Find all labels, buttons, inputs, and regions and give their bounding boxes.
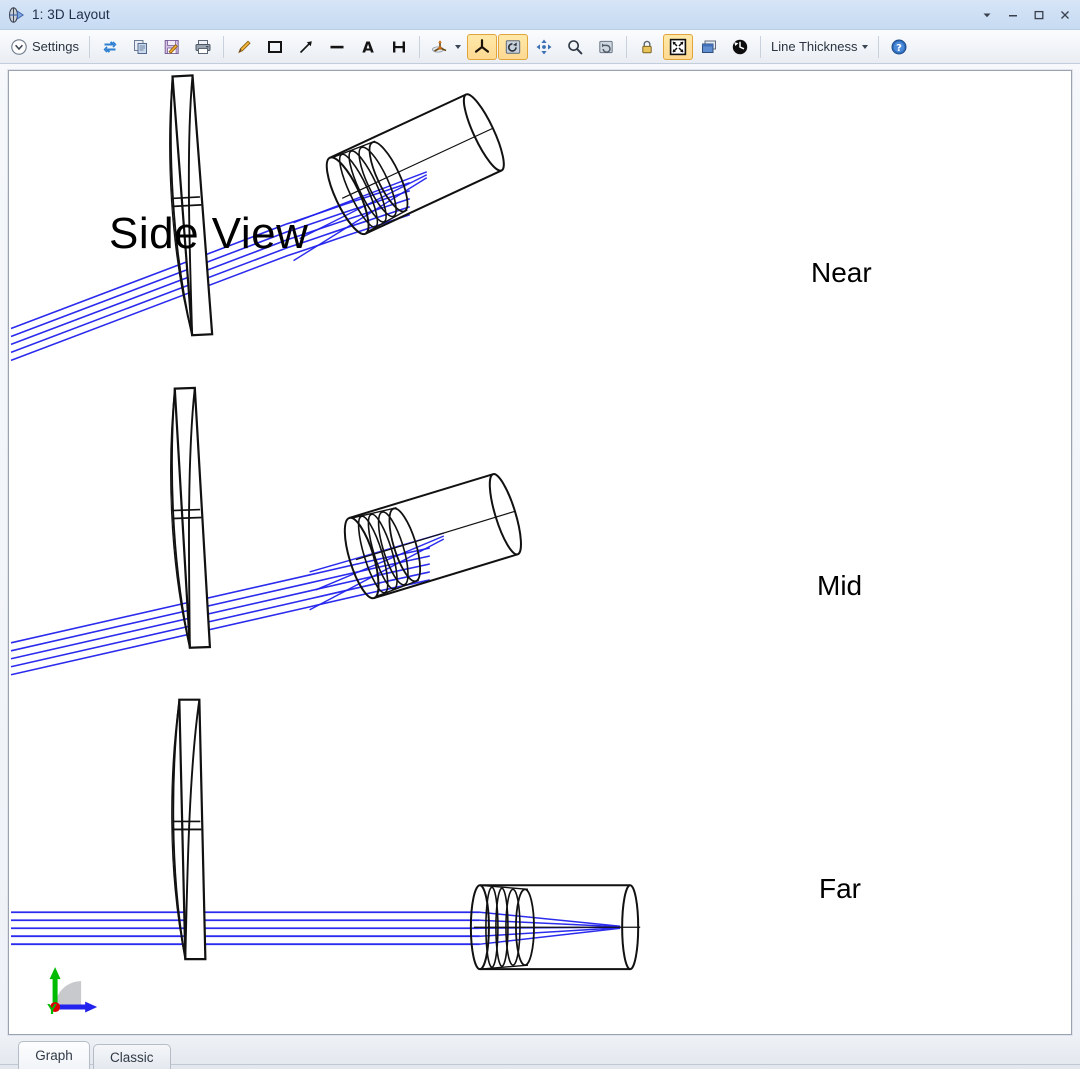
config-drawing-mid — [10, 386, 522, 676]
config-drawing-far — [11, 698, 641, 971]
dimension-icon — [389, 37, 409, 57]
toolbar-separator — [88, 35, 90, 58]
fit-window-toggle[interactable] — [662, 33, 693, 60]
text-a-icon: A — [358, 37, 378, 57]
layout-3d-canvas[interactable]: Side View Near Mid Far Y Z — [8, 70, 1072, 1035]
axes-3d-icon — [430, 37, 450, 57]
dropdown-caret-icon — [454, 44, 461, 49]
lock-icon — [637, 37, 657, 57]
plot-canvas-container: Side View Near Mid Far Y Z — [0, 64, 1080, 1037]
window-controls — [974, 3, 1078, 27]
pan-arrows-icon — [534, 37, 554, 57]
maximize-button[interactable] — [1026, 3, 1052, 27]
help-question-icon: ? — [889, 37, 909, 57]
config-label-mid: Mid — [817, 570, 863, 601]
window-title: 1: 3D Layout — [32, 7, 110, 22]
tripod-axes-icon — [472, 37, 492, 57]
save-button[interactable] — [157, 34, 187, 60]
pencil-icon — [234, 37, 254, 57]
chevron-down-icon — [862, 44, 869, 49]
refresh-button[interactable] — [95, 34, 125, 60]
print-button[interactable] — [188, 34, 218, 60]
tab-graph[interactable]: Graph — [18, 1041, 90, 1069]
windows-stack-icon — [699, 37, 719, 57]
draw-line-button[interactable] — [322, 34, 352, 60]
tab-graph-label: Graph — [35, 1048, 73, 1063]
lens-optics-icon — [6, 5, 26, 25]
fit-to-window-icon — [668, 37, 688, 57]
close-button[interactable] — [1052, 3, 1078, 27]
annotate-pencil-button[interactable] — [229, 34, 259, 60]
draw-arrow-button[interactable] — [291, 34, 321, 60]
line-icon — [327, 37, 347, 57]
config-label-near: Near — [811, 257, 872, 288]
toolbar-separator — [418, 35, 420, 58]
add-text-button[interactable]: A — [353, 34, 383, 60]
refresh-clock-button[interactable] — [725, 34, 755, 60]
rectangle-icon — [265, 37, 285, 57]
show-axes-toggle[interactable] — [466, 33, 497, 60]
axis-label-y: Y — [47, 1001, 58, 1018]
app-window: 1: 3D Layout Settings A Line Thickness ?… — [0, 0, 1080, 1069]
toolbar-separator — [878, 35, 880, 58]
detach-window-button[interactable] — [694, 34, 724, 60]
lens-barrel-mid — [343, 473, 522, 600]
title-bar: 1: 3D Layout — [0, 0, 1080, 30]
svg-text:?: ? — [897, 43, 903, 54]
rotate-tool-toggle[interactable] — [497, 33, 528, 60]
toolbar: Settings A Line Thickness ? — [0, 30, 1080, 64]
minimize-button[interactable] — [1000, 3, 1026, 27]
line-thickness-dropdown[interactable]: Line Thickness — [766, 34, 873, 60]
draw-rectangle-button[interactable] — [260, 34, 290, 60]
undo-view-icon — [596, 37, 616, 57]
lens-barrel-far — [469, 884, 641, 971]
reset-view-button[interactable] — [591, 34, 621, 60]
plot-title: Side View — [109, 209, 309, 258]
svg-text:A: A — [362, 38, 374, 56]
copy-button[interactable] — [126, 34, 156, 60]
help-button[interactable]: ? — [884, 34, 914, 60]
line-thickness-label: Line Thickness — [770, 39, 858, 54]
config-label-far: Far — [819, 873, 861, 904]
refresh-icon — [100, 37, 120, 57]
pan-tool-button[interactable] — [529, 34, 559, 60]
toolbar-separator — [222, 35, 224, 58]
tab-classic[interactable]: Classic — [93, 1044, 171, 1069]
chevron-down-circle-icon — [9, 37, 29, 57]
window-menu-button[interactable] — [974, 3, 1000, 27]
arrow-icon — [296, 37, 316, 57]
bottom-tab-bar: Graph Classic — [0, 1037, 1080, 1069]
settings-label: Settings — [32, 39, 79, 54]
rotate-view-icon — [503, 37, 523, 57]
clock-refresh-icon — [730, 37, 750, 57]
measure-button[interactable] — [384, 34, 414, 60]
lock-button[interactable] — [632, 34, 662, 60]
print-icon — [193, 37, 213, 57]
settings-button[interactable]: Settings — [4, 34, 84, 60]
toolbar-separator — [759, 35, 761, 58]
save-icon — [162, 37, 182, 57]
lens-barrel-near — [325, 93, 505, 236]
zoom-tool-button[interactable] — [560, 34, 590, 60]
view-orientation-button[interactable] — [425, 34, 466, 60]
tab-classic-label: Classic — [110, 1049, 154, 1065]
toolbar-separator — [625, 35, 627, 58]
magnifier-icon — [565, 37, 585, 57]
copy-icon — [131, 37, 151, 57]
